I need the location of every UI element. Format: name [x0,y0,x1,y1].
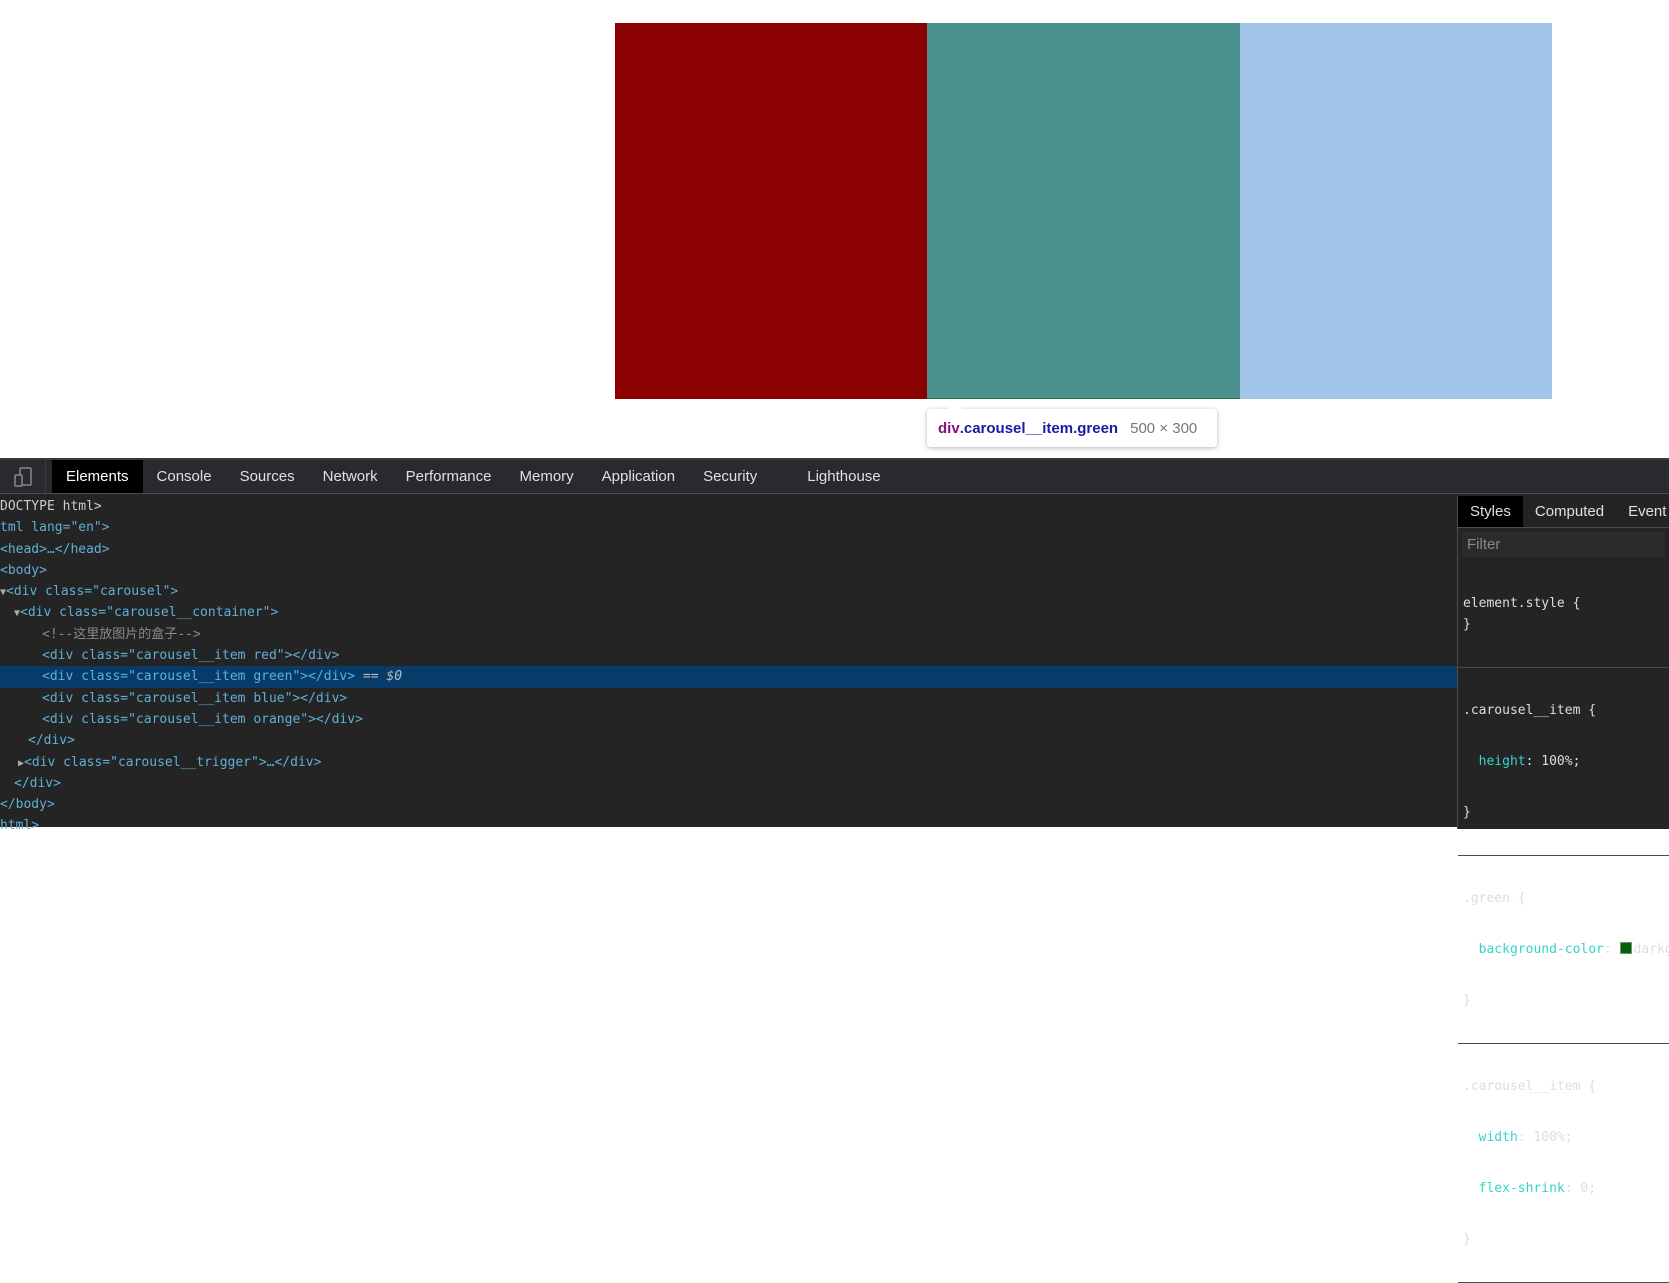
tooltip-size: 500 × 300 [1130,419,1198,437]
tab-elements[interactable]: Elements [52,460,143,493]
rule-selector: .green { [1463,891,1526,906]
node-text: DOCTYPE html> [0,499,102,514]
tab-console[interactable]: Console [143,460,226,493]
node-text: <div class="carousel__container"> [20,605,279,621]
tab-sources[interactable]: Sources [226,460,309,493]
style-property[interactable]: flex-shrink: 0; [1463,1178,1664,1199]
dom-tree: DOCTYPE html> tml lang="en"> <head>…</he… [0,496,1457,837]
dom-node-close-div[interactable]: </div> [0,730,1457,751]
style-rule-carousel-item-height: .carousel__item { height: 100%; } [1458,668,1669,856]
node-text: <!--这里放图片的盒子--> [42,626,201,642]
styles-filter-input[interactable]: Filter [1462,532,1665,557]
node-text: <body> [0,562,47,578]
tab-network[interactable]: Network [309,460,392,493]
dom-node-close-div[interactable]: </div> [0,773,1457,794]
node-text: </body> [0,797,55,813]
dom-node-close-body[interactable]: </body> [0,794,1457,815]
rule-close: } [1463,993,1471,1008]
node-text: <div class="carousel__item red"></div> [42,648,340,664]
tab-styles[interactable]: Styles [1458,496,1523,527]
page-viewport: div .carousel__item.green 500 × 300 [0,0,1669,458]
node-text: </div> [28,733,75,749]
color-swatch-icon[interactable] [1619,942,1632,954]
tab-event-listeners[interactable]: Event Listeners [1616,496,1669,527]
dom-node-carousel[interactable]: ▼<div class="carousel"> [0,581,1457,602]
dom-node-container[interactable]: ▼<div class="carousel__container"> [0,602,1457,623]
dom-node-head[interactable]: <head>…</head> [0,539,1457,560]
carousel-item-green[interactable] [927,23,1240,399]
dom-node-close-html[interactable]: html> [0,815,1457,836]
tab-memory[interactable]: Memory [506,460,588,493]
property-value[interactable]: 0; [1580,1181,1596,1196]
style-property[interactable]: height: 100%; [1463,751,1664,772]
dom-node-body[interactable]: <body> [0,560,1457,581]
property-value[interactable]: 100%; [1541,754,1580,769]
dom-node-html[interactable]: tml lang="en"> [0,517,1457,538]
rule-close: } [1463,1232,1471,1247]
tab-security[interactable]: Security [689,460,771,493]
tooltip-tag: div [938,419,960,437]
property-name[interactable]: background-color [1479,942,1604,957]
node-text: html> [0,818,40,834]
rule-selector: element.style { [1463,596,1581,611]
tab-lighthouse[interactable]: Lighthouse [793,460,894,493]
dom-node-item-orange[interactable]: <div class="carousel__item orange"></div… [0,709,1457,730]
property-name[interactable]: height [1479,754,1526,769]
device-toolbar-icon[interactable] [0,460,46,493]
node-text: tml lang="en"> [0,520,110,536]
dom-node-item-red[interactable]: <div class="carousel__item red"></div> [0,645,1457,666]
node-text: <div class="carousel__item green"></div> [42,669,356,685]
rule-close: } [1463,805,1471,820]
node-text: </div> [14,775,61,791]
styles-tabs: Styles Computed Event Listeners [1458,496,1669,528]
node-text: <head>…</head> [0,541,110,557]
inspect-tooltip: div .carousel__item.green 500 × 300 [927,402,1217,447]
property-value[interactable]: darkgreen; [1634,942,1669,957]
carousel-item-red[interactable] [615,23,927,399]
devtools-tabs: Elements Console Sources Network Perform… [0,460,1669,494]
styles-pane: Styles Computed Event Listeners Filter e… [1457,496,1669,1283]
style-rule-element: element.style {} [1458,561,1669,668]
style-rule-carousel-item-width: .carousel__item { width: 100%; flex-shri… [1458,1044,1669,1283]
dom-node-item-blue[interactable]: <div class="carousel__item blue"></div> [0,688,1457,709]
node-text: <div class="carousel__trigger">…</div> [24,754,322,770]
dom-node-comment[interactable]: <!--这里放图片的盒子--> [0,624,1457,645]
property-name[interactable]: width [1479,1130,1518,1145]
style-property[interactable]: width: 100%; [1463,1127,1664,1148]
tab-computed[interactable]: Computed [1523,496,1616,527]
node-text: <div class="carousel__item blue"></div> [42,690,348,706]
selected-marker: == $0 [355,669,403,685]
rule-selector: .carousel__item { [1463,703,1597,718]
devtools-panel: Elements Console Sources Network Perform… [0,458,1669,1283]
style-rule-green: .green { background-color: darkgreen; } [1458,856,1669,1044]
dom-node-trigger[interactable]: ▶<div class="carousel__trigger">…</div> [0,752,1457,773]
node-text: <div class="carousel__item orange"></div… [42,711,363,727]
tooltip-classes: .carousel__item.green [959,419,1119,437]
node-text: <div class="carousel"> [6,584,179,600]
property-name[interactable]: flex-shrink [1479,1181,1565,1196]
carousel-item-blue[interactable] [1240,23,1552,399]
style-property[interactable]: background-color: darkgreen; [1463,939,1669,960]
tab-performance[interactable]: Performance [392,460,506,493]
dom-node-doctype[interactable]: DOCTYPE html> [0,496,1457,517]
rule-close: } [1463,617,1471,632]
rule-selector: .carousel__item { [1463,1079,1597,1094]
tab-application[interactable]: Application [588,460,689,493]
property-value[interactable]: 100%; [1533,1130,1572,1145]
dom-node-item-green[interactable]: <div class="carousel__item green"></div>… [0,666,1457,688]
